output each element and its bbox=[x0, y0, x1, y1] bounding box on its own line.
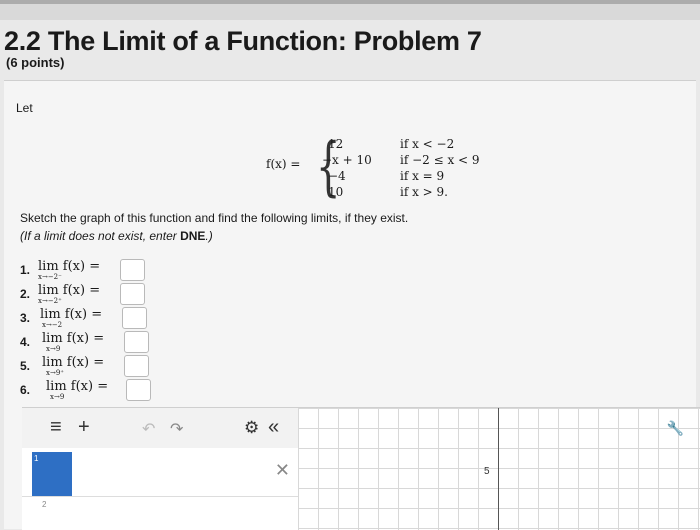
expression-list: 1 ✕ 2 bbox=[22, 448, 299, 530]
gear-icon[interactable]: ⚙ bbox=[244, 418, 259, 438]
limit-subscript: x→9⁺ bbox=[46, 369, 64, 377]
answer-input[interactable] bbox=[120, 259, 145, 281]
y-axis bbox=[498, 408, 499, 530]
answer-input[interactable] bbox=[126, 379, 151, 401]
expression-row[interactable]: 1 ✕ bbox=[22, 452, 298, 497]
limit-number: 6. bbox=[20, 383, 31, 397]
answer-input[interactable] bbox=[124, 331, 149, 353]
case-condition: if −2 ≤ x < 9 bbox=[400, 153, 480, 167]
redo-icon[interactable]: ↷ bbox=[170, 419, 183, 439]
dne-note: (If a limit does not exist, enter DNE.) bbox=[20, 229, 213, 243]
limit-expression: lim f(x) = bbox=[40, 307, 103, 322]
row-number: 2 bbox=[42, 500, 47, 509]
undo-icon[interactable]: ↶ bbox=[142, 419, 155, 439]
wrench-icon[interactable]: 🔧 bbox=[667, 420, 684, 437]
limit-number: 4. bbox=[20, 335, 31, 349]
case-value: −4 bbox=[328, 169, 346, 183]
graphing-calculator: ≡ + ↶ ↷ ⚙ « 1 ✕ 2 5 🔧 bbox=[22, 407, 700, 530]
dne-prefix: (If a limit does not exist, enter bbox=[20, 229, 181, 243]
add-icon[interactable]: + bbox=[78, 416, 90, 439]
case-value: 10 bbox=[328, 185, 344, 199]
limit-expression: lim f(x) = bbox=[38, 283, 101, 298]
limit-number: 5. bbox=[20, 359, 31, 373]
function-lhs: f(x) = bbox=[266, 157, 301, 171]
row-number: 1 bbox=[34, 454, 39, 463]
limit-expression: lim f(x) = bbox=[42, 331, 105, 346]
points-label: (6 points) bbox=[6, 55, 65, 70]
limit-number: 3. bbox=[20, 311, 31, 325]
instruction-text: Sketch the graph of this function and fi… bbox=[20, 211, 409, 225]
problem-panel: Let f(x) = { 12 if x < −2 −x + 10 if −2 … bbox=[4, 80, 700, 530]
limit-subscript: x→9 bbox=[50, 393, 65, 401]
case-condition: if x = 9 bbox=[400, 169, 445, 183]
close-icon[interactable]: ✕ bbox=[275, 460, 290, 481]
case-value: 12 bbox=[328, 137, 344, 151]
limit-subscript: x→−2⁻ bbox=[38, 273, 62, 281]
calculator-toolbar: ≡ + ↶ ↷ ⚙ « bbox=[22, 408, 299, 448]
dne-suffix: .) bbox=[205, 229, 213, 243]
graph-canvas[interactable]: 5 🔧 bbox=[298, 408, 700, 530]
limit-expression: lim f(x) = bbox=[42, 355, 105, 370]
top-bar bbox=[0, 0, 700, 20]
top-divider bbox=[0, 0, 700, 4]
case-value: −x + 10 bbox=[322, 153, 372, 167]
limit-expression: lim f(x) = bbox=[46, 379, 109, 394]
limit-subscript: x→−2⁺ bbox=[38, 297, 62, 305]
limit-subscript: x→−2 bbox=[42, 321, 63, 329]
collapse-icon[interactable]: « bbox=[268, 416, 279, 439]
let-label: Let bbox=[16, 101, 33, 115]
answer-input[interactable] bbox=[124, 355, 149, 377]
case-condition: if x < −2 bbox=[400, 137, 455, 151]
axis-tick-label: 5 bbox=[484, 466, 490, 477]
case-condition: if x > 9. bbox=[400, 185, 448, 199]
page-title: 2.2 The Limit of a Function: Problem 7 bbox=[4, 26, 482, 56]
dne-word: DNE bbox=[180, 229, 206, 243]
limit-number: 1. bbox=[20, 263, 31, 277]
answer-input[interactable] bbox=[120, 283, 145, 305]
expression-row-index: 1 bbox=[32, 452, 72, 496]
limit-subscript: x→9 bbox=[46, 345, 61, 353]
limit-number: 2. bbox=[20, 287, 31, 301]
menu-icon[interactable]: ≡ bbox=[50, 416, 62, 439]
limit-expression: lim f(x) = bbox=[38, 259, 101, 274]
answer-input[interactable] bbox=[122, 307, 147, 329]
